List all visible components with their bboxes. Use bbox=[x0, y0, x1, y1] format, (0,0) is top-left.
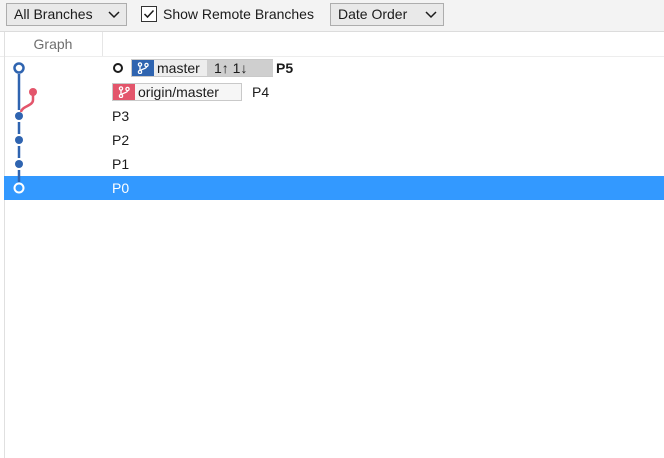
commit-subject: P4 bbox=[252, 84, 270, 100]
branches-filter-value: All Branches bbox=[14, 6, 93, 22]
graph-column-header[interactable]: Graph bbox=[4, 32, 103, 56]
checkbox-box[interactable] bbox=[141, 6, 157, 22]
commit-row-p2[interactable]: P2 bbox=[4, 128, 664, 152]
order-dropdown[interactable]: Date Order bbox=[330, 3, 444, 26]
commit-row-p3[interactable]: P3 bbox=[4, 104, 664, 128]
commit-row-p5[interactable]: master 1↑ 1↓ P5 bbox=[4, 56, 664, 80]
show-remote-branches-label: Show Remote Branches bbox=[163, 6, 314, 22]
commit-row-p0[interactable]: P0 bbox=[4, 176, 664, 200]
history-toolbar: All Branches Show Remote Branches Date O… bbox=[0, 0, 664, 32]
branch-name: origin/master bbox=[138, 84, 219, 100]
order-value: Date Order bbox=[338, 6, 408, 22]
chevron-down-icon bbox=[108, 11, 120, 19]
head-indicator-icon bbox=[113, 63, 123, 73]
branch-icon bbox=[113, 84, 135, 100]
branch-badge-master[interactable]: master 1↑ 1↓ bbox=[131, 59, 273, 77]
column-header: Graph bbox=[0, 32, 664, 57]
commit-subject: P2 bbox=[112, 132, 130, 148]
chevron-down-icon bbox=[425, 11, 437, 19]
branches-filter-dropdown[interactable]: All Branches bbox=[6, 3, 127, 26]
commit-subject: P3 bbox=[112, 108, 130, 124]
commit-subject: P1 bbox=[112, 156, 130, 172]
commit-subject: P5 bbox=[276, 60, 294, 76]
branch-name: master bbox=[157, 60, 200, 76]
branch-badge-origin-master[interactable]: origin/master bbox=[112, 83, 242, 101]
branch-icon bbox=[132, 60, 154, 76]
commit-row-p1[interactable]: P1 bbox=[4, 152, 664, 176]
checkmark-icon bbox=[143, 9, 155, 19]
ahead-behind-count: 1↑ 1↓ bbox=[207, 60, 273, 76]
git-history-view: All Branches Show Remote Branches Date O… bbox=[0, 0, 664, 458]
commit-row-p4[interactable]: origin/master P4 bbox=[4, 80, 664, 104]
commit-subject: P0 bbox=[112, 180, 130, 196]
